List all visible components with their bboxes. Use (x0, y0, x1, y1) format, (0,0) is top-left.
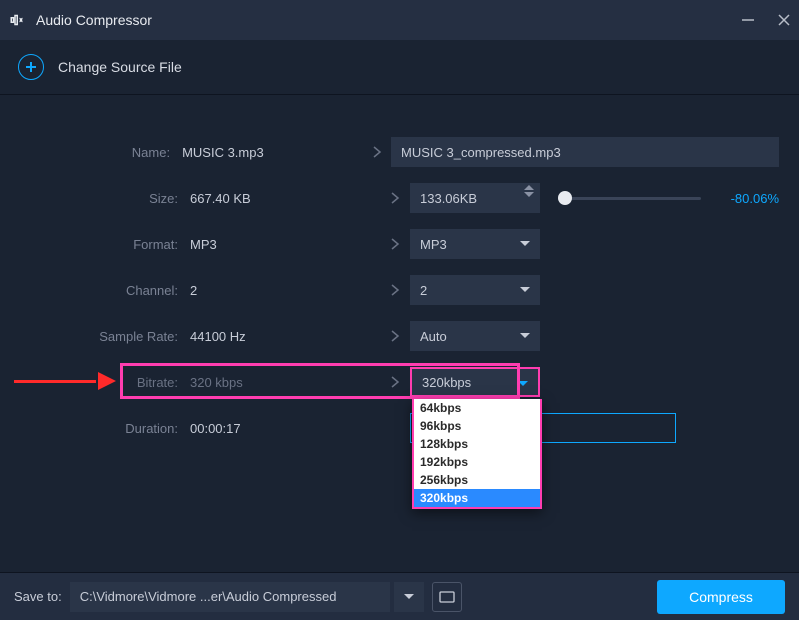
change-source-link[interactable]: Change Source File (58, 59, 182, 75)
arrow-icon (363, 145, 391, 159)
label-duration: Duration: (20, 421, 190, 436)
value-size-in: 667.40 KB (190, 191, 380, 206)
chevron-down-icon (518, 381, 528, 386)
row-samplerate: Sample Rate: 44100 Hz Auto (20, 317, 779, 355)
chevron-down-icon (404, 594, 414, 599)
value-channel-in: 2 (190, 283, 380, 298)
row-duration: Duration: 00:00:17 (20, 409, 779, 447)
format-select[interactable]: MP3 (410, 229, 540, 259)
arrow-icon (380, 237, 410, 251)
save-path-dropdown[interactable] (394, 582, 424, 612)
bitrate-option[interactable]: 128kbps (414, 435, 540, 453)
arrow-icon (380, 191, 410, 205)
label-size: Size: (20, 191, 190, 206)
size-out-value: 133.06KB (420, 191, 477, 206)
row-size: Size: 667.40 KB 133.06KB -80.06% (20, 179, 779, 217)
bitrate-out-value: 320kbps (422, 375, 471, 390)
samplerate-select[interactable]: Auto (410, 321, 540, 351)
row-bitrate: Bitrate: 320 kbps 320kbps 64kbps96kbps12… (20, 363, 779, 401)
compress-button[interactable]: Compress (657, 580, 785, 614)
row-name: Name: MUSIC 3.mp3 (20, 133, 779, 171)
value-name-in: MUSIC 3.mp3 (182, 145, 362, 160)
bitrate-select[interactable]: 320kbps 64kbps96kbps128kbps192kbps256kbp… (410, 367, 540, 397)
arrow-icon (380, 375, 410, 389)
value-samplerate-in: 44100 Hz (190, 329, 380, 344)
chevron-down-icon (520, 333, 530, 338)
close-button[interactable] (775, 11, 793, 29)
channel-select[interactable]: 2 (410, 275, 540, 305)
chevron-down-icon (520, 241, 530, 246)
arrow-icon (380, 283, 410, 297)
saveto-label: Save to: (14, 589, 62, 604)
app-title: Audio Compressor (36, 12, 152, 28)
save-path-box[interactable]: C:\Vidmore\Vidmore ...er\Audio Compresse… (70, 582, 390, 612)
row-channel: Channel: 2 2 (20, 271, 779, 309)
row-format: Format: MP3 MP3 (20, 225, 779, 263)
samplerate-out-value: Auto (420, 329, 447, 344)
size-slider[interactable] (558, 197, 701, 200)
source-bar: Change Source File (0, 40, 799, 95)
output-name-input[interactable] (391, 137, 779, 167)
bitrate-dropdown[interactable]: 64kbps96kbps128kbps192kbps256kbps320kbps (412, 399, 542, 509)
chevron-down-icon (520, 287, 530, 292)
bitrate-option[interactable]: 96kbps (414, 417, 540, 435)
format-out-value: MP3 (420, 237, 447, 252)
minimize-button[interactable] (739, 11, 757, 29)
spinner-up-icon[interactable] (524, 185, 534, 190)
channel-out-value: 2 (420, 283, 427, 298)
open-folder-button[interactable] (432, 582, 462, 612)
size-percent: -80.06% (719, 191, 779, 206)
footer: Save to: C:\Vidmore\Vidmore ...er\Audio … (0, 572, 799, 620)
titlebar: Audio Compressor (0, 0, 799, 40)
value-duration: 00:00:17 (190, 421, 380, 436)
spinner-down-icon[interactable] (524, 192, 534, 197)
bitrate-option[interactable]: 320kbps (414, 489, 540, 507)
add-source-button[interactable] (18, 54, 44, 80)
value-format-in: MP3 (190, 237, 380, 252)
slider-thumb[interactable] (558, 191, 572, 205)
label-format: Format: (20, 237, 190, 252)
bitrate-option[interactable]: 64kbps (414, 399, 540, 417)
label-samplerate: Sample Rate: (20, 329, 190, 344)
bitrate-option[interactable]: 256kbps (414, 471, 540, 489)
size-spinner[interactable]: 133.06KB (410, 183, 540, 213)
label-name: Name: (20, 145, 182, 160)
label-channel: Channel: (20, 283, 190, 298)
app-icon (8, 10, 28, 30)
save-path-text: C:\Vidmore\Vidmore ...er\Audio Compresse… (80, 589, 337, 604)
main-panel: Name: MUSIC 3.mp3 Size: 667.40 KB 133.06… (0, 95, 799, 447)
bitrate-option[interactable]: 192kbps (414, 453, 540, 471)
arrow-icon (380, 329, 410, 343)
value-bitrate-in: 320 kbps (190, 375, 380, 390)
label-bitrate: Bitrate: (20, 375, 190, 390)
